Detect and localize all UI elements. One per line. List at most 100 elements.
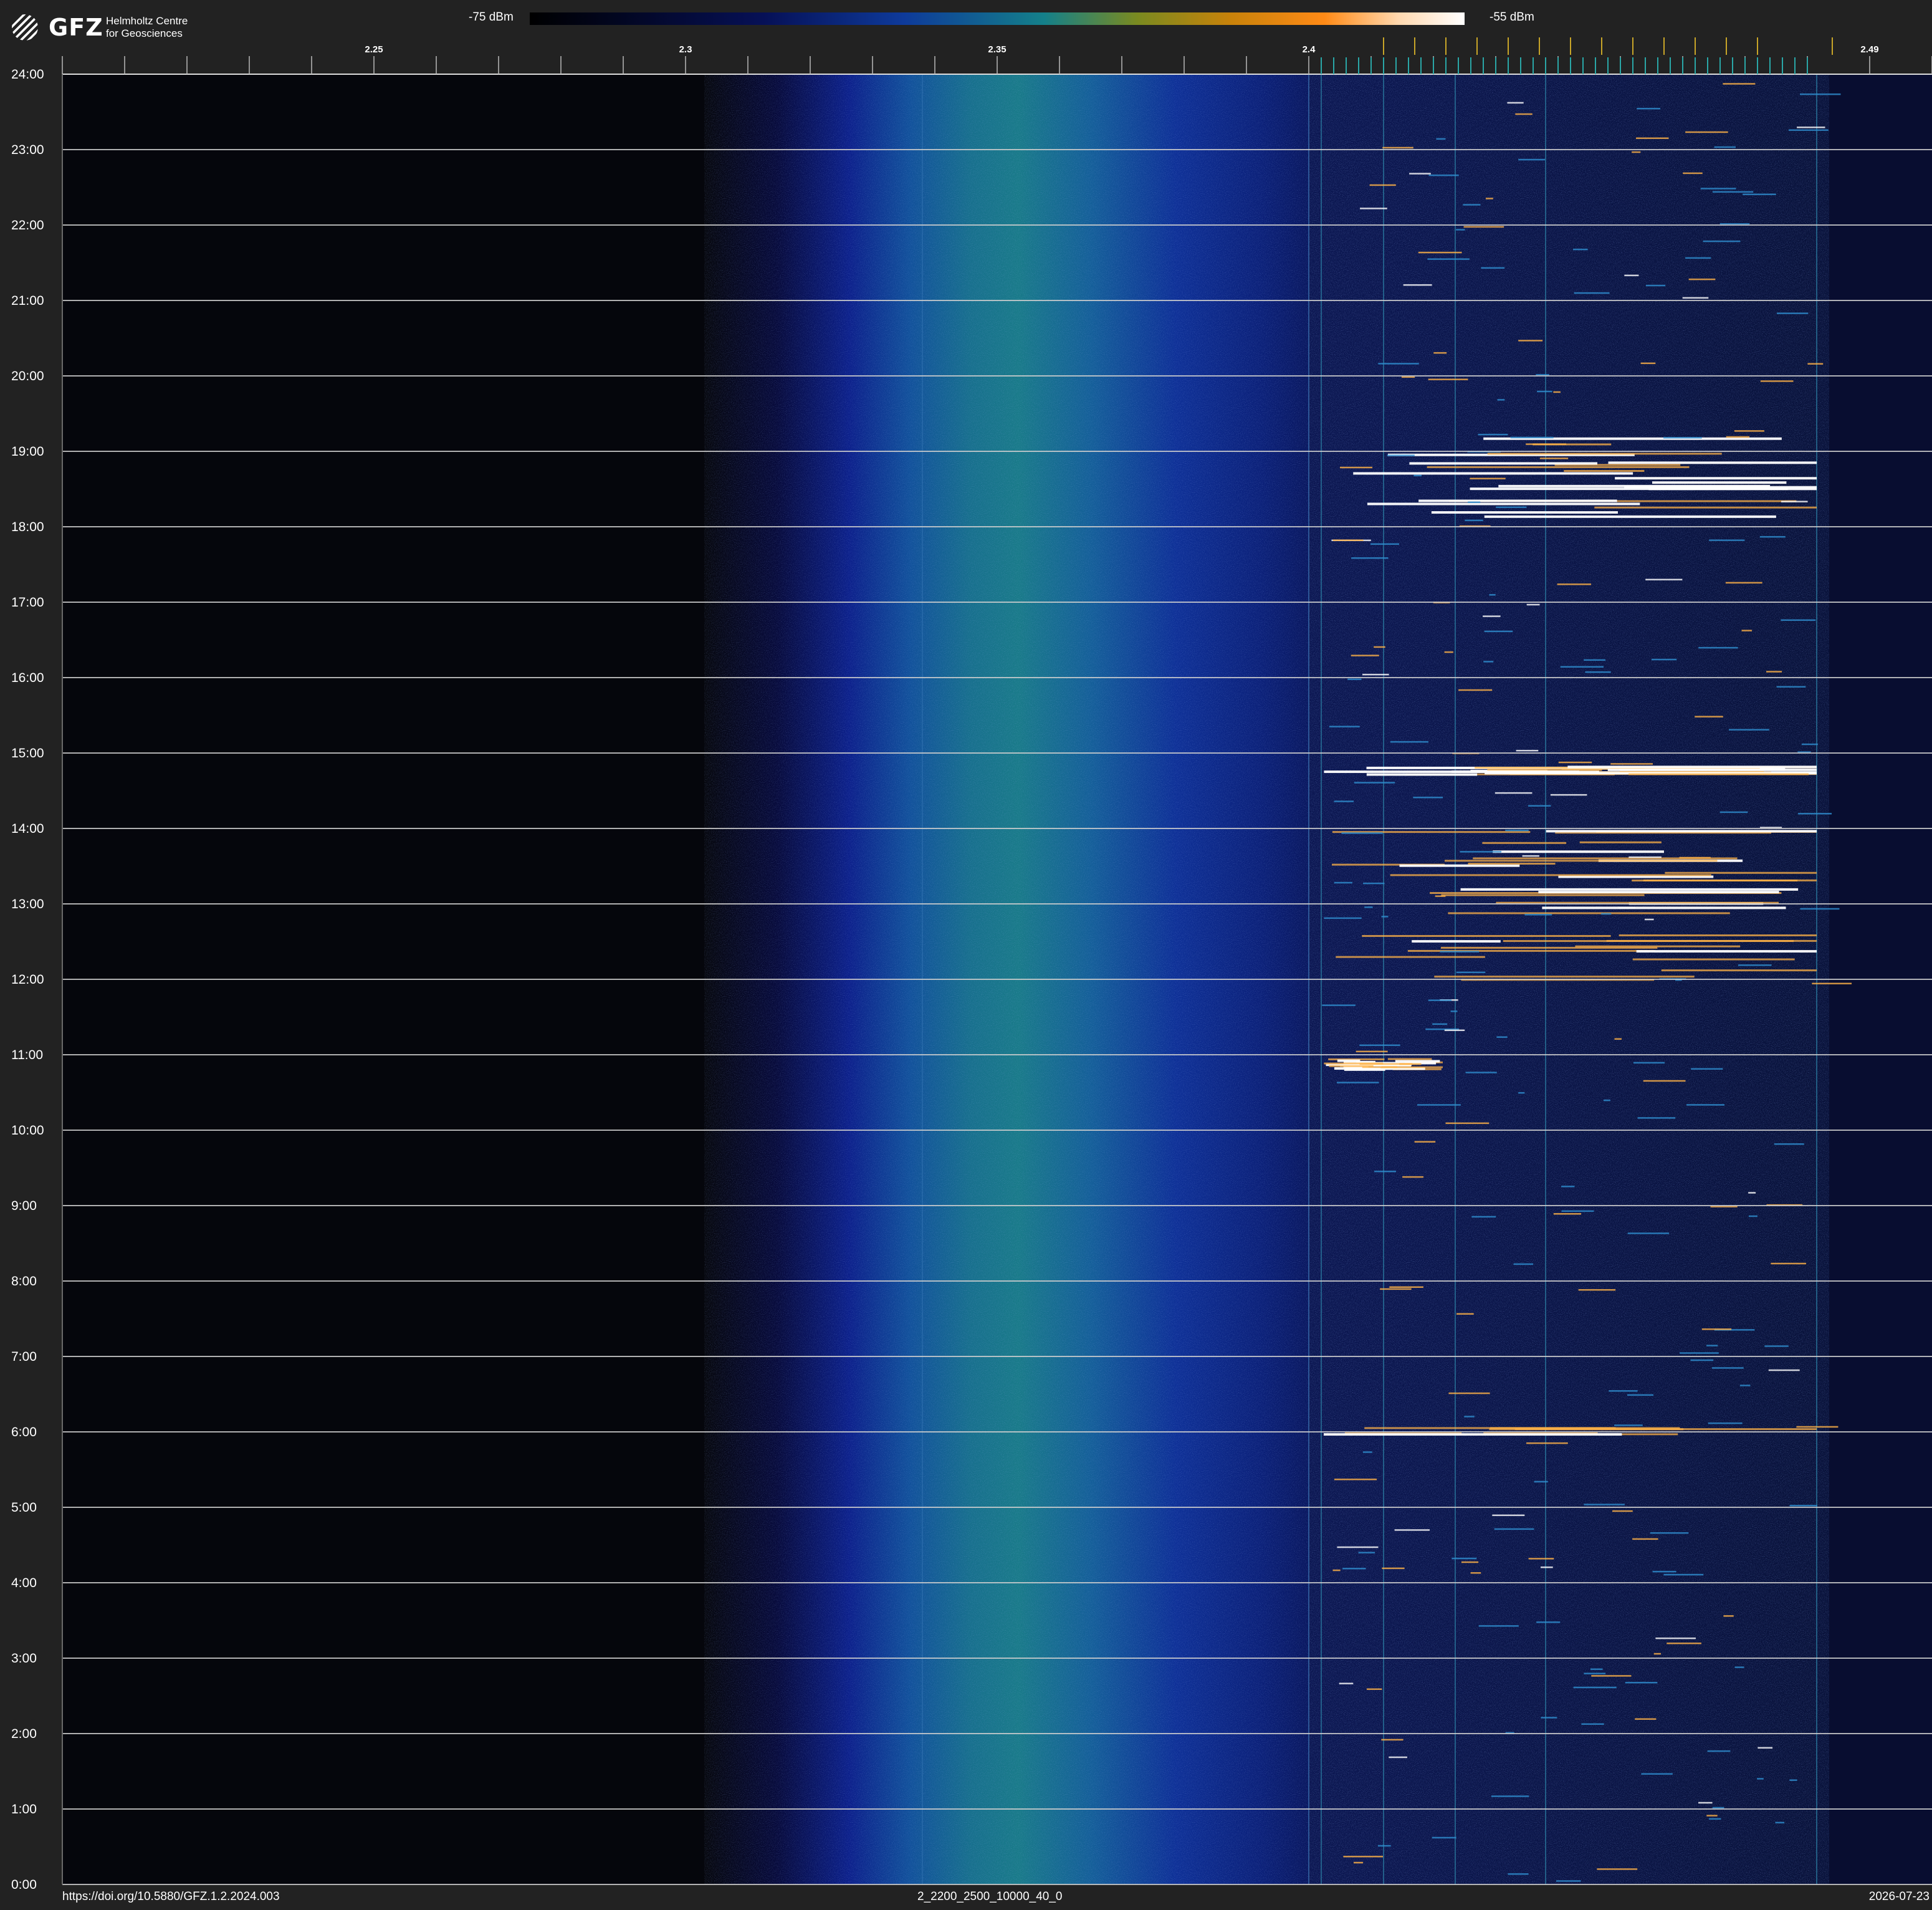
signal-blip <box>1414 1141 1436 1143</box>
interference-streak <box>1444 860 1718 862</box>
signal-blip <box>1436 138 1446 140</box>
signal-blip <box>1494 792 1533 794</box>
signal-blip <box>1709 539 1745 541</box>
signal-blip <box>1698 646 1738 649</box>
signal-blip <box>1652 1570 1676 1573</box>
y-tick-label: 12:00 <box>11 972 44 987</box>
signal-blip <box>1354 782 1395 784</box>
signal-blip <box>1435 895 1446 897</box>
signal-blip <box>1478 433 1508 436</box>
signal-blip <box>1497 399 1505 401</box>
signal-blip <box>1428 999 1452 1001</box>
signal-blip <box>1556 1880 1581 1882</box>
signal-blip <box>1768 1369 1800 1371</box>
signal-blip <box>1362 673 1389 676</box>
signal-blip <box>1695 716 1723 717</box>
signal-blip <box>1427 258 1470 260</box>
signal-blip <box>1688 278 1716 281</box>
y-tick-label: 7:00 <box>11 1350 37 1364</box>
interference-streak <box>1412 940 1501 943</box>
signal-blip <box>1633 1062 1665 1064</box>
interference-streak <box>1632 958 1795 961</box>
signal-blip <box>1558 761 1592 764</box>
interference-streak <box>1608 461 1817 464</box>
interference-streak <box>1344 1068 1385 1071</box>
signal-blip <box>1635 137 1669 139</box>
signal-blip <box>1680 1352 1719 1354</box>
signal-blip <box>1418 251 1462 254</box>
signal-blip <box>1728 729 1769 731</box>
signal-blip <box>1584 1672 1606 1674</box>
signal-blip <box>1492 1514 1525 1517</box>
signal-blip <box>1496 1036 1508 1038</box>
signal-blip <box>1709 1818 1721 1820</box>
signal-blip <box>1601 913 1612 915</box>
interference-streak <box>1607 768 1817 771</box>
signal-blip <box>1381 916 1389 918</box>
interference-streak <box>1329 1065 1374 1067</box>
signal-blip <box>1339 466 1373 469</box>
signal-blip <box>1703 240 1741 242</box>
signal-blip <box>1374 1170 1397 1173</box>
interference-streak <box>1648 487 1817 491</box>
signal-blip <box>1465 1072 1497 1073</box>
signal-blip <box>1800 908 1840 910</box>
signal-blip <box>1382 146 1413 149</box>
signal-blip <box>1776 686 1806 688</box>
signal-blip <box>1723 1615 1734 1617</box>
signal-blip <box>1655 1637 1696 1639</box>
signal-blip <box>1456 1313 1474 1315</box>
x-tick-label: 2.49 <box>1860 44 1878 55</box>
signal-blip <box>1723 83 1756 85</box>
signal-blip <box>1363 882 1385 885</box>
signal-blip <box>1712 1807 1724 1809</box>
interference-streak <box>1434 976 1695 978</box>
signal-blip <box>1719 811 1748 813</box>
signal-blip <box>1539 458 1569 459</box>
signal-blip <box>1706 1815 1718 1816</box>
signal-blip <box>1573 1686 1617 1689</box>
signal-blip <box>1578 1289 1616 1291</box>
signal-blip <box>1584 659 1605 661</box>
interference-streak <box>1538 891 1779 894</box>
signal-blip <box>1382 1567 1405 1570</box>
interference-streak <box>1323 1433 1622 1436</box>
signal-blip <box>1322 1004 1356 1006</box>
signal-blip <box>1491 1795 1529 1797</box>
signal-blip <box>1561 1210 1594 1212</box>
signal-blip <box>1510 436 1554 439</box>
interference-streak <box>1418 499 1617 502</box>
signal-blip <box>1524 914 1552 916</box>
signal-blip <box>1541 1566 1553 1568</box>
signal-blip <box>1584 1504 1625 1505</box>
signal-blip <box>1614 1038 1622 1040</box>
signal-blip <box>1324 917 1362 919</box>
signal-blip <box>1332 1569 1341 1572</box>
signal-blip <box>1683 172 1703 175</box>
signal-blip <box>1574 292 1610 294</box>
signal-blip <box>1526 443 1566 445</box>
interference-streak <box>1564 469 1645 472</box>
signal-blip <box>1468 501 1481 503</box>
signal-blip <box>1481 267 1505 269</box>
signal-blip <box>1456 971 1486 974</box>
interference-streak <box>1431 511 1618 514</box>
signal-blip <box>1667 1642 1701 1644</box>
signal-blip <box>1390 741 1428 743</box>
x-tick-label: 2.25 <box>365 44 383 55</box>
signal-blip <box>1550 794 1587 796</box>
signal-blip <box>1573 248 1588 251</box>
signal-blip <box>1685 131 1728 133</box>
y-tick-label: 11:00 <box>11 1048 43 1062</box>
signal-blip <box>1632 151 1641 153</box>
interference-streak <box>1468 863 1556 865</box>
doi-link[interactable]: https://doi.org/10.5880/GFZ.1.2.2024.003 <box>62 1890 280 1904</box>
interference-streak <box>1482 842 1567 844</box>
signal-blip <box>1748 1192 1756 1194</box>
signal-blip <box>1334 881 1352 884</box>
interference-streak <box>1427 466 1690 468</box>
interference-streak <box>1652 481 1787 484</box>
interference-streak <box>1362 934 1611 937</box>
signal-blip <box>1757 1778 1764 1780</box>
signal-blip <box>1799 93 1841 95</box>
